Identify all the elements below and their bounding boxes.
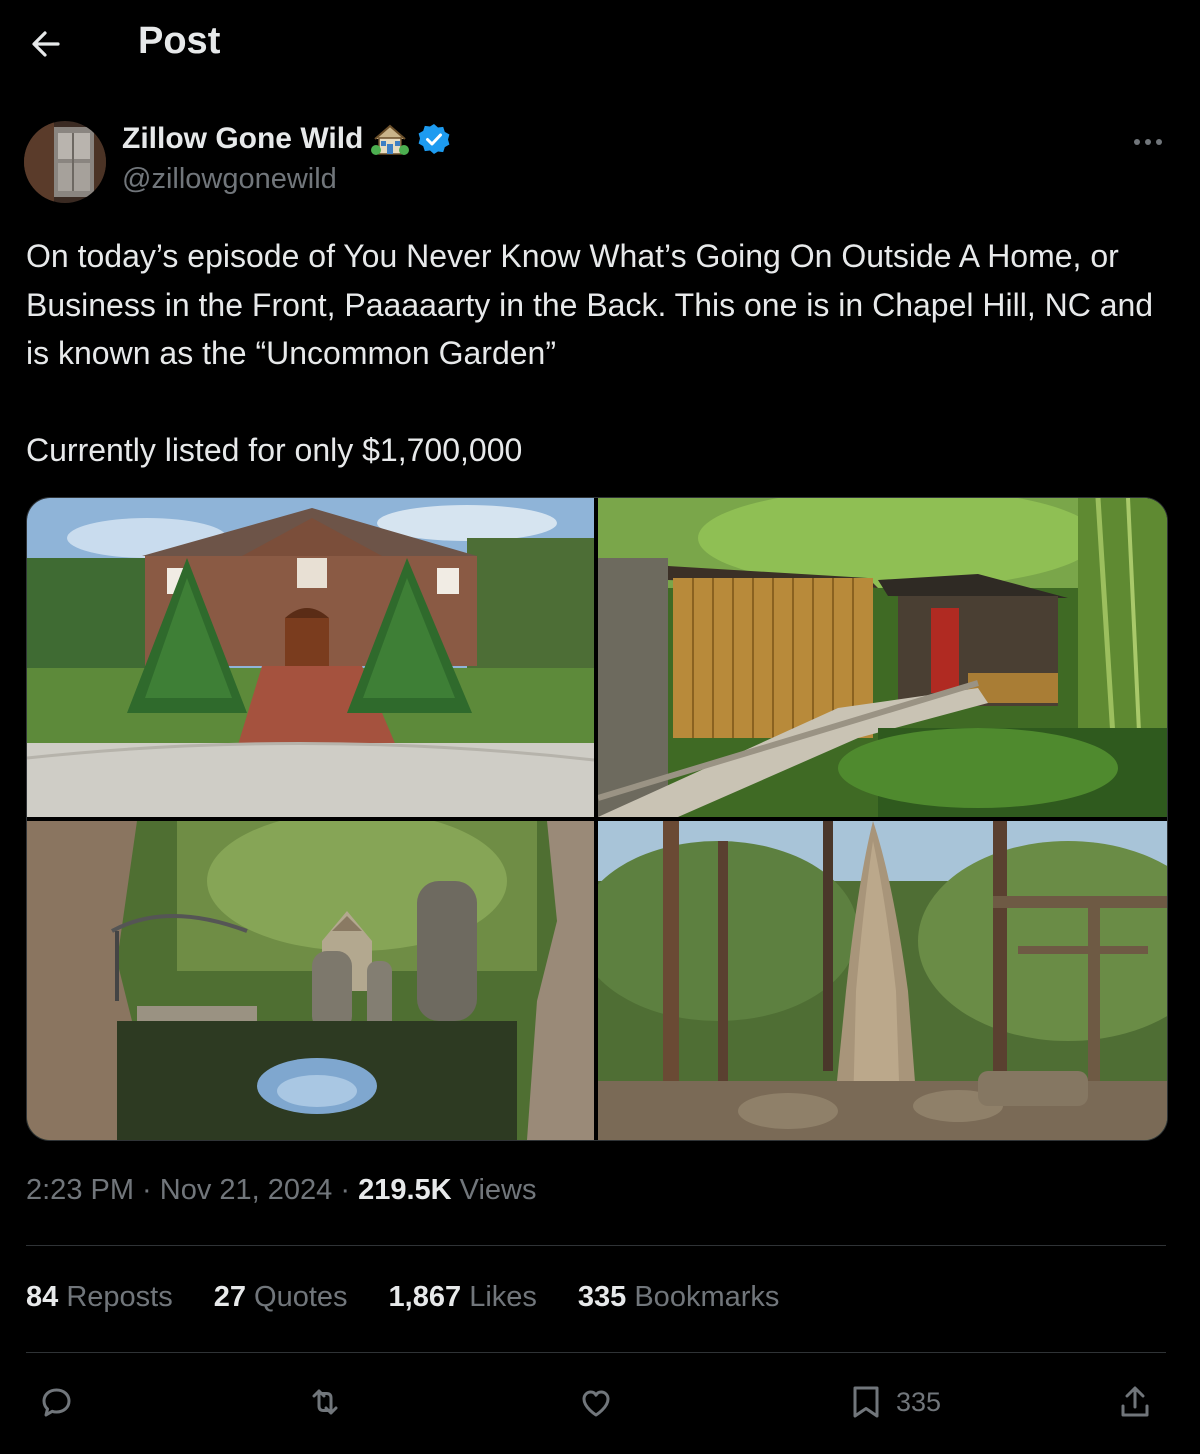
divider [26,1245,1166,1246]
post-text-paragraph: Currently listed for only $1,700,000 [26,432,523,468]
likes-label: Likes [469,1281,537,1313]
post-image-pond[interactable] [27,821,594,1140]
bookmarks-count: 335 [577,1281,627,1313]
share-icon [1121,1386,1149,1417]
back-button[interactable] [26,24,66,64]
meta-separator: · [332,1174,359,1206]
verified-badge-icon[interactable] [417,122,451,156]
author-name-row: Zillow Gone Wild [122,122,451,156]
more-dot-icon [1156,139,1162,145]
media-grid [26,497,1168,1141]
more-dot-icon [1134,139,1140,145]
quotes-count: 27 [213,1281,246,1313]
post-date[interactable]: Nov 21, 2024 [160,1174,333,1206]
like-button[interactable] [576,1382,616,1422]
reposts-count: 84 [26,1281,59,1313]
author-name[interactable]: Zillow Gone Wild [122,122,363,156]
bookmarks-label: Bookmarks [634,1281,780,1313]
views-label: Views [459,1174,537,1206]
more-options-button[interactable] [1128,128,1168,156]
post-text-paragraph: On today’s episode of You Never Know Wha… [26,238,1154,371]
avatar-image [24,121,106,203]
repost-icon [312,1389,338,1415]
likes-count: 1,867 [388,1281,462,1313]
action-bar: 335 [0,1370,1200,1434]
views-count: 219.5K [358,1174,452,1206]
quotes-stat[interactable]: 27 Quotes [214,1281,348,1314]
reposts-label: Reposts [66,1281,173,1313]
bookmarks-stat[interactable]: 335 Bookmarks [578,1281,780,1314]
bookmark-icon [853,1386,879,1418]
post-meta: 2:23 PM · Nov 21, 2024 · 219.5K Views [26,1174,537,1207]
meta-separator: · [134,1174,160,1206]
share-button[interactable] [1115,1382,1155,1422]
post-text: On today’s episode of You Never Know Wha… [26,232,1166,475]
post-image-spire[interactable] [598,821,1167,1140]
reply-icon [42,1388,71,1417]
engagement-stats: 84 Reposts 27 Quotes 1,867 Likes 335 Boo… [26,1281,820,1314]
divider [26,1352,1166,1353]
reply-button[interactable] [36,1382,76,1422]
house-with-garden-icon [371,124,410,155]
bookmark-count: 335 [896,1386,942,1417]
quotes-label: Quotes [254,1281,348,1313]
more-dot-icon [1145,139,1151,145]
page-title: Post [138,20,221,62]
post-time[interactable]: 2:23 PM [26,1174,134,1206]
author-handle[interactable]: @zillowgonewild [122,163,337,196]
top-bar: Post [0,0,1200,88]
avatar[interactable] [24,121,106,203]
repost-button[interactable] [305,1382,345,1422]
post-image-cottage[interactable] [598,498,1167,817]
heart-icon [582,1390,610,1417]
likes-stat[interactable]: 1,867 Likes [389,1281,537,1314]
bookmark-button[interactable]: 335 [846,1382,941,1422]
reposts-stat[interactable]: 84 Reposts [26,1281,173,1314]
post-image-house[interactable] [27,498,594,817]
arrow-left-icon [32,31,60,57]
